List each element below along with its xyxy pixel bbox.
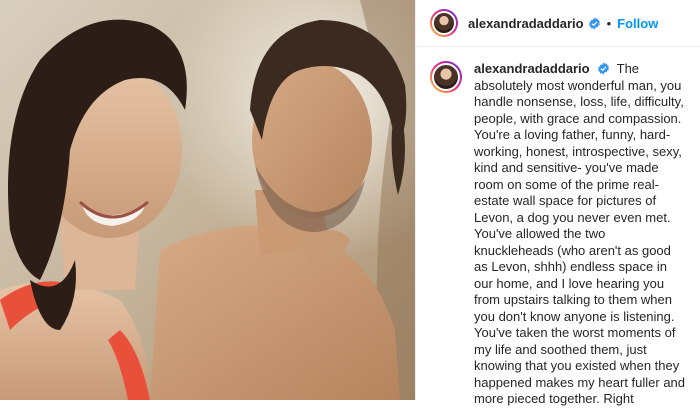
username-link[interactable]: alexandradaddario — [468, 16, 584, 31]
caption-username-link[interactable]: alexandradaddario — [474, 61, 590, 76]
verified-badge-icon — [588, 17, 601, 30]
avatar[interactable] — [430, 9, 458, 37]
post-photo[interactable] — [0, 0, 415, 400]
post-header: alexandradaddario • Follow — [416, 0, 700, 47]
verified-badge-icon — [597, 62, 610, 75]
post-side-panel: alexandradaddario • Follow alexandradadd… — [415, 0, 700, 406]
caption-row: alexandradaddario The absolutely most wo… — [416, 47, 700, 408]
caption-text: The absolutely most wonderful man, you h… — [474, 61, 686, 406]
couple-photo — [0, 0, 415, 400]
follow-button[interactable]: Follow — [617, 16, 658, 31]
instagram-post: alexandradaddario • Follow alexandradadd… — [0, 0, 700, 406]
caption-avatar[interactable] — [430, 61, 462, 93]
caption: alexandradaddario The absolutely most wo… — [474, 61, 688, 408]
avatar-image — [432, 11, 456, 35]
separator-dot: • — [606, 15, 612, 31]
avatar-image — [432, 63, 460, 91]
